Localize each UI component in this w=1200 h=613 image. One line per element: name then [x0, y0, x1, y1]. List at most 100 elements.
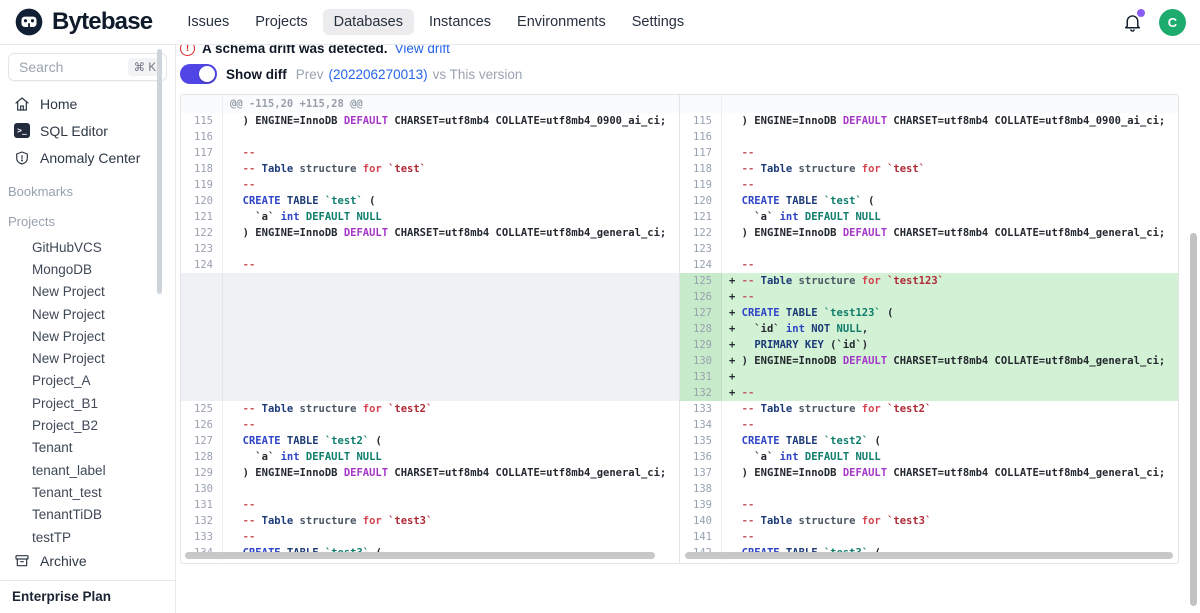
sidebar-item-anomaly-center[interactable]: Anomaly Center [0, 144, 175, 171]
diff-column-previous: @@ -115,20 +115,28 @@115 ) ENGINE=InnoDB… [181, 95, 680, 563]
project-item[interactable]: Project_A [0, 370, 175, 392]
diff-line: 130 [181, 481, 679, 497]
line-number: 129 [181, 465, 223, 481]
line-number: 130 [680, 353, 722, 369]
line-number: 117 [181, 145, 223, 161]
project-item[interactable]: tenant_label [0, 459, 175, 481]
horizontal-scrollbar[interactable] [185, 552, 655, 559]
code-line: -- Table structure for `test3` [722, 515, 1178, 527]
plan-label: Enterprise Plan [0, 581, 175, 613]
diff-line: 120 CREATE TABLE `test` ( [680, 193, 1178, 209]
code-line: + -- [722, 291, 1178, 303]
prev-version-link[interactable]: (202206270013) [329, 67, 428, 82]
code-line: CREATE TABLE `test` ( [223, 195, 679, 207]
diff-line: 131 -- [181, 497, 679, 513]
project-item[interactable]: New Project [0, 303, 175, 325]
search-input[interactable]: Search ⌘ K [8, 53, 167, 81]
diff-line: 129 ) ENGINE=InnoDB DEFAULT CHARSET=utf8… [181, 465, 679, 481]
line-number: 125 [680, 273, 722, 289]
prev-label: Prev [296, 67, 324, 82]
nav-item-databases[interactable]: Databases [323, 9, 414, 35]
code-line: -- [722, 147, 1178, 159]
code-line: + `id` int NOT NULL, [722, 323, 1178, 335]
sidebar-scrollbar[interactable] [157, 49, 162, 294]
diff-line-added: 128+ `id` int NOT NULL, [680, 321, 1178, 337]
diff-line: 135 CREATE TABLE `test2` ( [680, 433, 1178, 449]
code-line: + -- Table structure for `test123` [722, 275, 1178, 287]
diff-hunk-header: @@ -115,20 +115,28 @@ [181, 95, 679, 113]
nav-item-instances[interactable]: Instances [418, 9, 502, 35]
diff-line: 117 -- [181, 145, 679, 161]
project-item[interactable]: Tenant [0, 437, 175, 459]
diff-line: 122 ) ENGINE=InnoDB DEFAULT CHARSET=utf8… [181, 225, 679, 241]
code-line: + ) ENGINE=InnoDB DEFAULT CHARSET=utf8mb… [722, 355, 1178, 367]
project-item[interactable]: New Project [0, 347, 175, 369]
diff-line: 141 -- [680, 529, 1178, 545]
sidebar-item-sql-editor[interactable]: >_SQL Editor [0, 117, 175, 144]
code-line: ) ENGINE=InnoDB DEFAULT CHARSET=utf8mb4 … [722, 115, 1178, 127]
line-number: 118 [680, 161, 722, 177]
code-line [223, 243, 679, 255]
line-number: 132 [680, 385, 722, 401]
code-line: + PRIMARY KEY (`id`) [722, 339, 1178, 351]
nav-item-projects[interactable]: Projects [244, 9, 318, 35]
line-number: 131 [181, 497, 223, 513]
project-item[interactable]: Project_B2 [0, 414, 175, 436]
project-item[interactable]: MongoDB [0, 258, 175, 280]
line-number: 139 [680, 497, 722, 513]
project-item[interactable]: testTP [0, 526, 175, 548]
project-item[interactable]: TenantTiDB [0, 504, 175, 526]
diff-line: 137 ) ENGINE=InnoDB DEFAULT CHARSET=utf8… [680, 465, 1178, 481]
sidebar-section-projects: Projects [0, 214, 175, 231]
navbar-right: C [1122, 9, 1186, 36]
code-line: -- [223, 419, 679, 431]
project-item[interactable]: New Project [0, 325, 175, 347]
nav-item-settings[interactable]: Settings [621, 9, 695, 35]
line-number: 123 [680, 241, 722, 257]
horizontal-scrollbar[interactable] [685, 552, 1173, 559]
code-line: `a` int DEFAULT NULL [722, 451, 1178, 463]
line-number: 132 [181, 513, 223, 529]
diff-line: 117 -- [680, 145, 1178, 161]
nav-item-issues[interactable]: Issues [176, 9, 240, 35]
diff-line-added: 126+ -- [680, 289, 1178, 305]
diff-line-added: 127+ CREATE TABLE `test123` ( [680, 305, 1178, 321]
bytebase-logo[interactable]: Bytebase [14, 7, 152, 37]
user-avatar[interactable]: C [1159, 9, 1186, 36]
code-line: `a` int DEFAULT NULL [223, 451, 679, 463]
project-item[interactable]: GitHubVCS [0, 236, 175, 258]
sidebar-bottom: Archive Enterprise Plan [0, 547, 175, 613]
sidebar-item-label: Anomaly Center [40, 150, 140, 166]
code-line: CREATE TABLE `test2` ( [722, 435, 1178, 447]
code-line [223, 131, 679, 143]
code-line [722, 483, 1178, 495]
diff-placeholder-block [181, 273, 679, 401]
sidebar-item-archive[interactable]: Archive [0, 547, 175, 574]
project-list: GitHubVCSMongoDBNew ProjectNew ProjectNe… [0, 236, 175, 570]
page-vertical-scrollbar[interactable] [1190, 233, 1197, 606]
line-number: 136 [680, 449, 722, 465]
project-item[interactable]: New Project [0, 281, 175, 303]
line-number: 129 [680, 337, 722, 353]
diff-line-added: 132+ -- [680, 385, 1178, 401]
main-content: ›Databases›employee›Change›2022120207402… [176, 0, 1200, 564]
line-number: 130 [181, 481, 223, 497]
line-number: 116 [181, 129, 223, 145]
code-line: + [722, 371, 1178, 383]
code-line: -- [722, 531, 1178, 543]
project-item[interactable]: Project_B1 [0, 392, 175, 414]
show-diff-toggle[interactable] [180, 64, 217, 84]
code-line: ) ENGINE=InnoDB DEFAULT CHARSET=utf8mb4 … [722, 227, 1178, 239]
diff-line: 123 [680, 241, 1178, 257]
anomaly-center-icon [14, 150, 30, 166]
diff-line: 115 ) ENGINE=InnoDB DEFAULT CHARSET=utf8… [181, 113, 679, 129]
project-item[interactable]: Tenant_test [0, 481, 175, 503]
notifications-bell-icon[interactable] [1122, 12, 1143, 33]
sidebar-item-home[interactable]: Home [0, 90, 175, 117]
diff-line: 115 ) ENGINE=InnoDB DEFAULT CHARSET=utf8… [680, 113, 1178, 129]
code-line: ) ENGINE=InnoDB DEFAULT CHARSET=utf8mb4 … [722, 467, 1178, 479]
code-line: -- Table structure for `test3` [223, 515, 679, 527]
nav-item-environments[interactable]: Environments [506, 9, 617, 35]
diff-line: 126 -- [181, 417, 679, 433]
main-nav: IssuesProjectsDatabasesInstancesEnvironm… [176, 9, 695, 35]
